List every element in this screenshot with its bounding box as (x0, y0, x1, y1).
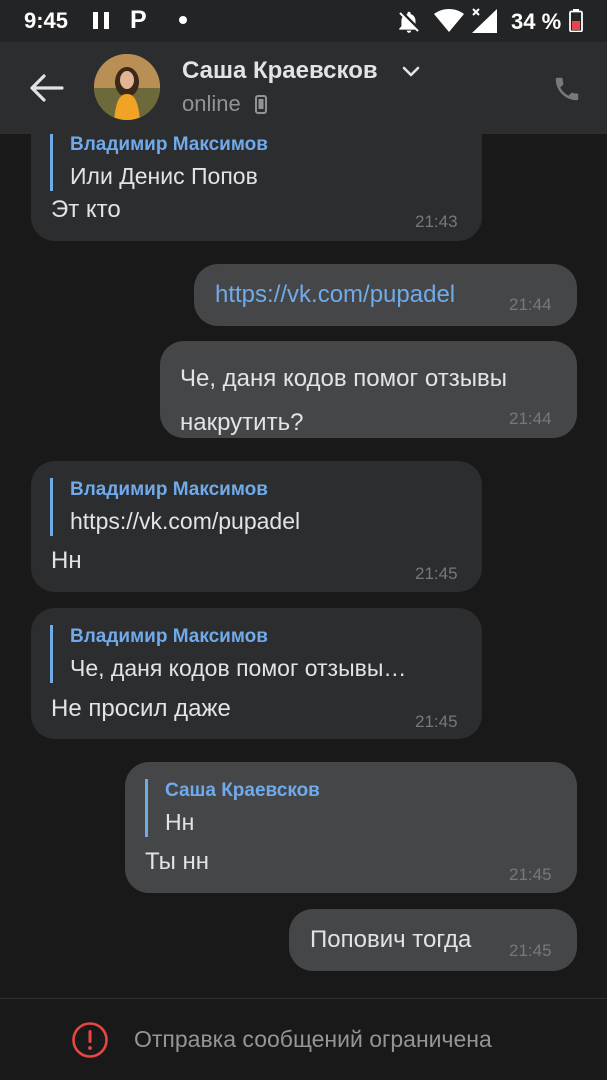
chat-header: Саша Краевсков online (0, 42, 607, 134)
message-text: Нн (51, 547, 82, 574)
notifications-off-icon (399, 11, 419, 33)
warning-icon (72, 1022, 108, 1058)
reply-author: Владимир Максимов (70, 626, 268, 647)
reply-text: Нн (165, 809, 195, 835)
message-text: Эт кто (51, 196, 121, 223)
message-time: 21:45 (415, 712, 458, 731)
reply-quote[interactable]: Владимир Максимов Или Денис Попов (50, 134, 268, 191)
status-time: 9:45 (24, 8, 69, 33)
status-bar: 9:45 P 34 % (0, 0, 607, 42)
reply-quote[interactable]: Владимир Максимов Че, даня кодов помог о… (50, 625, 406, 683)
avatar[interactable] (94, 54, 160, 120)
message-text: Не просил даже (51, 695, 231, 722)
message-outgoing[interactable]: https://vk.com/pupadel 21:44 (194, 264, 577, 326)
message-time: 21:44 (509, 295, 552, 314)
message-time: 21:44 (509, 409, 552, 428)
message-time: 21:45 (509, 941, 552, 960)
message-incoming[interactable]: Владимир Максимов https://vk.com/pupadel… (31, 461, 482, 592)
message-outgoing[interactable]: Саша Краевсков Нн Ты нн 21:45 (125, 762, 577, 893)
p-app-icon: P (130, 6, 147, 34)
battery-percent: 34 % (511, 9, 562, 34)
call-icon[interactable] (552, 74, 582, 104)
message-list[interactable]: Владимир Максимов Или Денис Попов Эт кто… (0, 134, 607, 998)
messaging-restricted-bar: Отправка сообщений ограничена (0, 998, 607, 1080)
message-time: 21:45 (509, 865, 552, 884)
message-text: Ты нн (145, 848, 210, 875)
reply-author: Владимир Максимов (70, 134, 268, 155)
message-text: Че, даня кодов помог отзывы накрутить? (180, 365, 507, 436)
message-incoming[interactable]: Владимир Максимов Или Денис Попов Эт кто… (31, 134, 482, 241)
back-arrow-icon[interactable] (26, 70, 66, 106)
battery-icon (569, 9, 583, 32)
reply-text: https://vk.com/pupadel (70, 508, 301, 534)
reply-author: Владимир Максимов (70, 479, 268, 500)
message-time: 21:43 (415, 212, 458, 231)
message-incoming[interactable]: Владимир Максимов Че, даня кодов помог о… (31, 608, 482, 739)
contact-status: online (182, 91, 241, 116)
reply-text: Че, даня кодов помог отзывы… (70, 655, 407, 681)
reply-quote[interactable]: Саша Краевсков Нн (145, 779, 320, 837)
mobile-phone-icon (255, 95, 267, 114)
reply-text: Или Денис Попов (70, 163, 258, 189)
wifi-icon (434, 9, 464, 32)
chevron-down-icon[interactable] (401, 65, 421, 79)
reply-quote[interactable]: Владимир Максимов https://vk.com/pupadel (50, 478, 300, 536)
notification-dot-icon (179, 16, 187, 24)
message-outgoing[interactable]: Попович тогда 21:45 (289, 909, 577, 971)
reply-author: Саша Краевсков (165, 780, 320, 801)
message-text: Попович тогда (310, 926, 472, 953)
pause-icon (93, 12, 109, 29)
contact-name[interactable]: Саша Краевсков (182, 57, 378, 85)
message-link[interactable]: https://vk.com/pupadel (215, 279, 455, 311)
message-outgoing[interactable]: Че, даня кодов помог отзывы накрутить? 2… (160, 341, 577, 438)
message-time: 21:45 (415, 564, 458, 583)
restriction-text: Отправка сообщений ограничена (134, 1026, 492, 1052)
signal-icon (472, 8, 497, 33)
